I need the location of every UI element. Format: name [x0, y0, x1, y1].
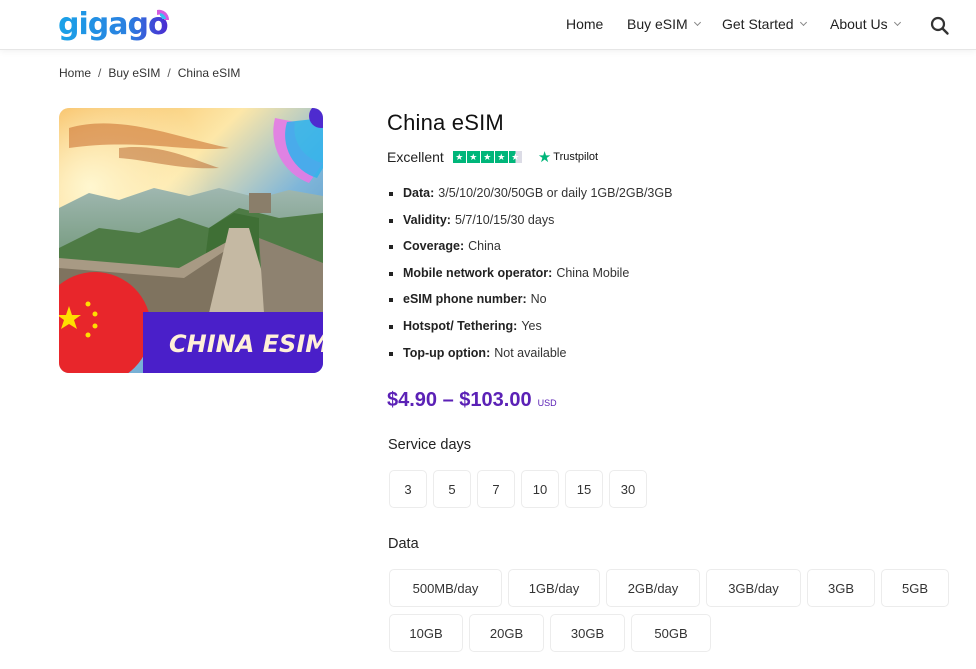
chevron-down-icon: [893, 18, 901, 26]
data-option[interactable]: 2GB/day: [606, 569, 700, 607]
trustpilot-star-icon: ★: [537, 148, 552, 166]
price-range: $4.90 – $103.00 USD: [387, 389, 557, 412]
chevron-down-icon: [693, 18, 701, 26]
logo-text: gigago: [58, 7, 168, 42]
price-currency: USD: [537, 398, 557, 408]
data-option[interactable]: 10GB: [389, 614, 463, 652]
service-day-option[interactable]: 7: [477, 470, 515, 508]
bullet-icon: [389, 298, 393, 303]
star-icon: ★: [452, 151, 466, 163]
star-icon: ★: [480, 151, 494, 163]
service-day-option[interactable]: 10: [521, 470, 559, 508]
data-option[interactable]: 5GB: [881, 569, 949, 607]
nav-buy-esim[interactable]: Buy eSIM: [627, 16, 701, 32]
product-title: China eSIM: [387, 110, 504, 135]
feature-value: No: [530, 292, 547, 307]
data-options-row-2: 10GB 20GB 30GB 50GB: [389, 614, 711, 652]
feature-value: China Mobile: [556, 265, 630, 280]
nav-home[interactable]: Home: [566, 16, 603, 32]
service-days-options: 3 5 7 10 15 30: [389, 470, 647, 508]
star-icon: ★: [466, 151, 480, 163]
data-label: Data: [388, 536, 419, 552]
bullet-icon: [389, 271, 393, 276]
trustpilot-logo: ★ Trustpilot: [538, 150, 598, 165]
feature-label: Validity:: [403, 212, 451, 227]
star-half-icon: ★: [508, 151, 522, 163]
data-option[interactable]: 3GB/day: [706, 569, 801, 607]
image-caption: CHINA ESIM: [169, 330, 323, 358]
bullet-icon: [389, 245, 393, 250]
service-day-option[interactable]: 5: [433, 470, 471, 508]
data-option[interactable]: 500MB/day: [389, 569, 502, 607]
feature-item: Hotspot/ Tethering: Yes: [387, 319, 672, 346]
feature-value: 5/7/10/15/30 days: [454, 212, 555, 227]
feature-item: eSIM phone number: No: [387, 292, 672, 319]
nav-get-started-label: Get Started: [722, 16, 794, 32]
data-option[interactable]: 30GB: [550, 614, 625, 652]
data-option[interactable]: 50GB: [631, 614, 711, 652]
feature-value: Yes: [521, 318, 542, 333]
rating-label: Excellent: [387, 149, 444, 165]
feature-item: Top-up option: Not available: [387, 346, 672, 373]
breadcrumb-home[interactable]: Home: [59, 66, 91, 80]
feature-label: eSIM phone number:: [403, 292, 527, 307]
bullet-icon: [389, 192, 393, 196]
feature-label: Top-up option:: [403, 345, 491, 360]
feature-label: Data:: [403, 186, 435, 200]
breadcrumb-separator: /: [98, 66, 102, 80]
bullet-icon: [389, 324, 393, 329]
trustpilot-rating[interactable]: Excellent ★ ★ ★ ★ ★ ★ Trustpilot: [387, 149, 598, 165]
nav-get-started[interactable]: Get Started: [722, 16, 807, 32]
feature-item: Mobile network operator: China Mobile: [387, 266, 672, 293]
rating-stars: ★ ★ ★ ★ ★: [452, 151, 522, 163]
star-icon: ★: [494, 151, 508, 163]
feature-label: Hotspot/ Tethering:: [403, 318, 518, 333]
feature-list: Data: 3/5/10/20/30/50GB or daily 1GB/2GB/…: [387, 186, 672, 372]
feature-label: Mobile network operator:: [403, 265, 553, 280]
data-options-row-1: 500MB/day 1GB/day 2GB/day 3GB/day 3GB 5G…: [389, 569, 949, 607]
nav-home-label: Home: [566, 16, 604, 32]
gigago-logo[interactable]: gigago: [58, 6, 174, 42]
breadcrumb-buy-esim[interactable]: Buy eSIM: [108, 66, 160, 80]
nav-about-us[interactable]: About Us: [830, 16, 901, 32]
service-day-option[interactable]: 3: [389, 470, 427, 508]
feature-item: Validity: 5/7/10/15/30 days: [387, 213, 672, 240]
trustpilot-text: Trustpilot: [553, 151, 599, 163]
bullet-icon: [389, 218, 393, 223]
data-option[interactable]: 20GB: [469, 614, 544, 652]
price-value: $4.90 – $103.00: [387, 389, 532, 411]
feature-label: Coverage:: [403, 239, 465, 254]
search-icon[interactable]: [930, 16, 950, 36]
feature-value: China: [468, 239, 501, 254]
feature-item: Data: 3/5/10/20/30/50GB or daily 1GB/2GB/…: [387, 186, 672, 213]
nav-about-us-label: About Us: [830, 16, 888, 32]
site-header: gigago Home Buy eSIM Get Started About U…: [0, 0, 976, 50]
service-day-option[interactable]: 30: [609, 470, 647, 508]
feature-value: Not available: [494, 345, 567, 360]
breadcrumb-separator: /: [167, 66, 171, 80]
breadcrumb-current: China eSIM: [177, 66, 241, 80]
data-option[interactable]: 3GB: [807, 569, 875, 607]
chevron-down-icon: [799, 18, 807, 26]
breadcrumb: Home / Buy eSIM / China eSIM: [59, 66, 240, 80]
feature-value: 3/5/10/20/30/50GB or daily 1GB/2GB/3GB: [438, 186, 673, 200]
product-image[interactable]: CHINA ESIM: [59, 108, 323, 373]
bullet-icon: [389, 351, 393, 356]
feature-item: Coverage: China: [387, 239, 672, 266]
data-option[interactable]: 1GB/day: [508, 569, 600, 607]
nav-buy-esim-label: Buy eSIM: [627, 16, 688, 32]
service-days-label: Service days: [388, 437, 472, 453]
service-day-option[interactable]: 15: [565, 470, 603, 508]
